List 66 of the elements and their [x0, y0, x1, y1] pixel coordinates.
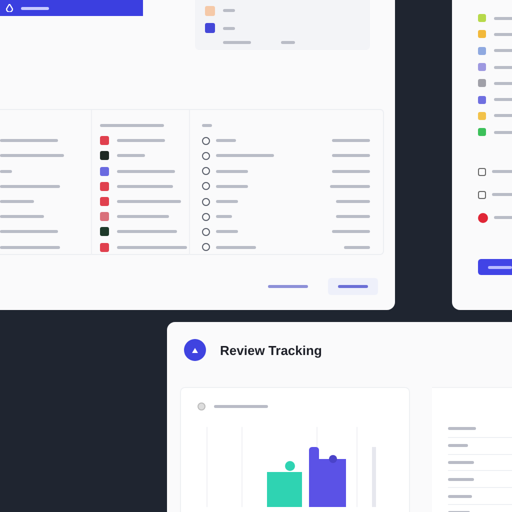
blurred-text [332, 170, 370, 173]
blurred-text [216, 230, 238, 234]
chart-bar [309, 447, 346, 507]
blurred-text [494, 49, 512, 52]
blurred-text [100, 124, 164, 128]
blurred-text [216, 154, 274, 158]
blurred-text [448, 444, 468, 448]
blurred-text [0, 230, 58, 234]
blurred-text [117, 246, 187, 249]
blurred-text [492, 193, 512, 196]
blurred-text [223, 41, 251, 44]
blurred-text [344, 246, 370, 249]
blurred-text [202, 124, 212, 128]
blurred-text [117, 170, 175, 173]
blurred-text [117, 230, 177, 234]
blurred-text [448, 460, 474, 464]
blurred-text [21, 6, 49, 10]
blurred-text [0, 184, 60, 188]
alert-icon [478, 212, 488, 223]
blurred-text [0, 246, 60, 249]
blurred-text [494, 82, 512, 85]
blurred-text [332, 154, 370, 158]
blurred-text [494, 16, 512, 20]
blurred-text [494, 66, 512, 69]
blurred-text [216, 215, 232, 218]
blurred-text [0, 139, 58, 142]
blurred-text [0, 215, 44, 218]
blurred-text [332, 230, 370, 234]
blurred-text [494, 130, 512, 134]
page-title: Review Tracking [220, 342, 322, 358]
blurred-text [281, 41, 295, 44]
blurred-text [117, 215, 169, 218]
blurred-text [330, 184, 370, 188]
blurred-text [336, 200, 370, 204]
primary-button[interactable] [478, 259, 512, 276]
square-icon [478, 168, 486, 176]
blurred-text [117, 184, 173, 188]
blurred-text [0, 170, 12, 173]
blurred-text [216, 246, 256, 249]
blurred-text [117, 200, 181, 204]
blurred-text [494, 216, 512, 220]
blurred-text [223, 26, 235, 30]
blurred-text [117, 154, 145, 158]
circle-icon [197, 402, 206, 411]
blurred-text [492, 170, 512, 174]
blurred-text [216, 184, 248, 188]
blurred-text [0, 154, 64, 158]
blurred-text [448, 494, 472, 498]
blurred-text [117, 139, 165, 142]
blurred-text [223, 9, 235, 12]
blurred-text [332, 139, 370, 142]
chart-bar [267, 461, 302, 507]
drop-icon [6, 4, 13, 12]
blurred-text [216, 200, 238, 204]
blurred-text [494, 114, 512, 118]
blurred-text [0, 200, 34, 204]
secondary-button[interactable] [328, 278, 378, 295]
blurred-text [494, 32, 512, 36]
blurred-text [448, 478, 474, 481]
blurred-text [214, 405, 268, 408]
blurred-text [216, 170, 248, 173]
blurred-text [448, 427, 476, 430]
blurred-text [494, 98, 512, 102]
blurred-text [336, 215, 370, 218]
square-icon [478, 190, 486, 199]
blurred-text [216, 139, 236, 142]
